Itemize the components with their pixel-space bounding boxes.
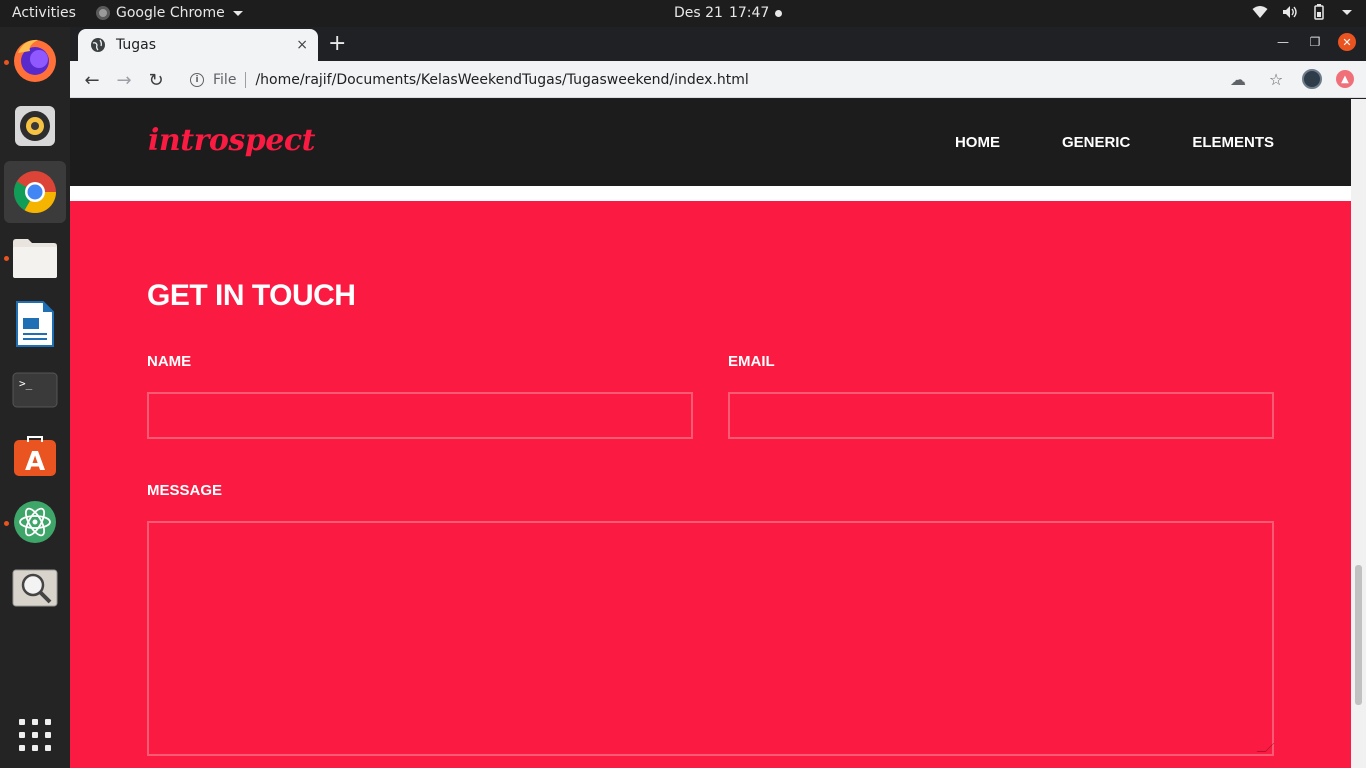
svg-text:>_: >_ bbox=[19, 377, 33, 390]
gnome-top-bar: Activities Google Chrome Des 21 17:47 bbox=[0, 0, 1366, 27]
desktop: Activities Google Chrome Des 21 17:47 >_… bbox=[0, 0, 1366, 768]
dock-libreoffice-writer[interactable] bbox=[4, 293, 66, 355]
email-label: EMAIL bbox=[728, 353, 775, 370]
contact-section: GET IN TOUCH NAME EMAIL MESSAGE bbox=[70, 201, 1351, 768]
tab-title: Tugas bbox=[116, 37, 157, 53]
nav-elements[interactable]: ELEMENTS bbox=[1192, 134, 1274, 151]
email-input[interactable] bbox=[728, 392, 1274, 439]
chevron-down-icon bbox=[232, 10, 243, 16]
wifi-icon bbox=[1252, 6, 1268, 18]
address-bar[interactable]: i File /home/rajif/Documents/KelasWeeken… bbox=[178, 65, 1178, 94]
message-textarea[interactable] bbox=[147, 521, 1274, 756]
back-arrow-icon[interactable]: ← bbox=[80, 68, 104, 92]
app-menu[interactable]: Google Chrome bbox=[96, 5, 243, 21]
dock-atom[interactable] bbox=[4, 491, 66, 553]
battery-icon bbox=[1314, 4, 1324, 20]
chrome-app-icon bbox=[96, 6, 110, 20]
atom-icon bbox=[14, 501, 56, 543]
globe-icon bbox=[91, 38, 105, 52]
site-logo[interactable]: introspect bbox=[148, 123, 315, 158]
message-label: MESSAGE bbox=[147, 482, 223, 499]
web-page-viewport: introspect HOME GENERIC ELEMENTS GET IN … bbox=[70, 99, 1366, 768]
scrollbar-thumb[interactable] bbox=[1355, 565, 1362, 705]
maximize-icon[interactable]: ❐ bbox=[1306, 33, 1324, 51]
show-applications-grid-icon[interactable] bbox=[19, 719, 51, 751]
firefox-icon bbox=[14, 39, 56, 82]
volume-icon bbox=[1283, 6, 1297, 18]
clock-time: 17:47 bbox=[728, 5, 770, 21]
toolbar-actions: ☁ ☆ ▲ bbox=[1226, 67, 1366, 91]
chrome-window: Tugas × + — ❐ ✕ ← → ↻ i File /home/rajif… bbox=[70, 27, 1366, 768]
minimize-icon[interactable]: — bbox=[1274, 33, 1292, 51]
dock-chrome[interactable] bbox=[4, 161, 66, 223]
extension-icon[interactable]: ▲ bbox=[1336, 70, 1354, 88]
url-separator bbox=[245, 71, 247, 88]
software-store-icon: A bbox=[14, 436, 56, 477]
dock-image-viewer[interactable] bbox=[4, 557, 66, 619]
translate-icon[interactable]: ☁ bbox=[1226, 67, 1250, 91]
clock-date: Des 21 bbox=[674, 5, 723, 21]
dock-files[interactable] bbox=[4, 227, 66, 289]
forward-arrow-icon[interactable]: → bbox=[112, 68, 136, 92]
chrome-icon bbox=[13, 171, 57, 214]
contact-title: GET IN TOUCH bbox=[147, 279, 356, 312]
close-window-icon[interactable]: ✕ bbox=[1338, 33, 1356, 51]
writer-document-icon bbox=[16, 301, 54, 347]
nav-home[interactable]: HOME bbox=[955, 134, 1000, 151]
site-nav: HOME GENERIC ELEMENTS bbox=[955, 134, 1274, 151]
info-icon[interactable]: i bbox=[190, 72, 204, 87]
url-text: /home/rajif/Documents/KelasWeekendTugas/… bbox=[255, 71, 749, 88]
folder-icon bbox=[13, 239, 57, 278]
new-tab-button[interactable]: + bbox=[328, 33, 346, 55]
dock-rhythmbox[interactable] bbox=[4, 95, 66, 157]
rhythmbox-icon bbox=[15, 106, 55, 146]
site-header: introspect HOME GENERIC ELEMENTS bbox=[70, 99, 1351, 186]
svg-text:A: A bbox=[25, 447, 45, 477]
notification-dot-icon bbox=[775, 9, 783, 17]
name-label: NAME bbox=[147, 353, 192, 370]
url-scheme: File bbox=[213, 71, 237, 88]
dock-terminal[interactable]: >_ bbox=[4, 359, 66, 421]
bookmark-star-icon[interactable]: ☆ bbox=[1264, 67, 1288, 91]
nav-generic[interactable]: GENERIC bbox=[1062, 134, 1130, 151]
tab-close-icon[interactable]: × bbox=[296, 37, 308, 53]
profile-avatar[interactable] bbox=[1302, 69, 1322, 89]
image-viewer-icon bbox=[12, 569, 58, 607]
page-scrollbar[interactable] bbox=[1351, 99, 1366, 768]
terminal-icon: >_ bbox=[12, 372, 58, 408]
dock-firefox[interactable] bbox=[4, 29, 66, 91]
browser-toolbar: ← → ↻ i File /home/rajif/Documents/Kelas… bbox=[70, 61, 1366, 98]
window-controls: — ❐ ✕ bbox=[1274, 33, 1366, 51]
dock-ubuntu-software[interactable]: A bbox=[4, 425, 66, 487]
app-menu-label: Google Chrome bbox=[116, 5, 225, 21]
activities-button[interactable]: Activities bbox=[12, 5, 76, 21]
tab-tugas[interactable]: Tugas × bbox=[78, 29, 318, 61]
chevron-down-icon bbox=[1342, 9, 1352, 15]
name-input[interactable] bbox=[147, 392, 693, 439]
system-menu[interactable] bbox=[1252, 4, 1352, 20]
clock[interactable]: Des 21 17:47 bbox=[674, 5, 783, 21]
tab-strip: Tugas × + — ❐ ✕ bbox=[70, 27, 1366, 61]
reload-icon[interactable]: ↻ bbox=[144, 68, 168, 92]
dock: >_ A bbox=[0, 27, 70, 768]
